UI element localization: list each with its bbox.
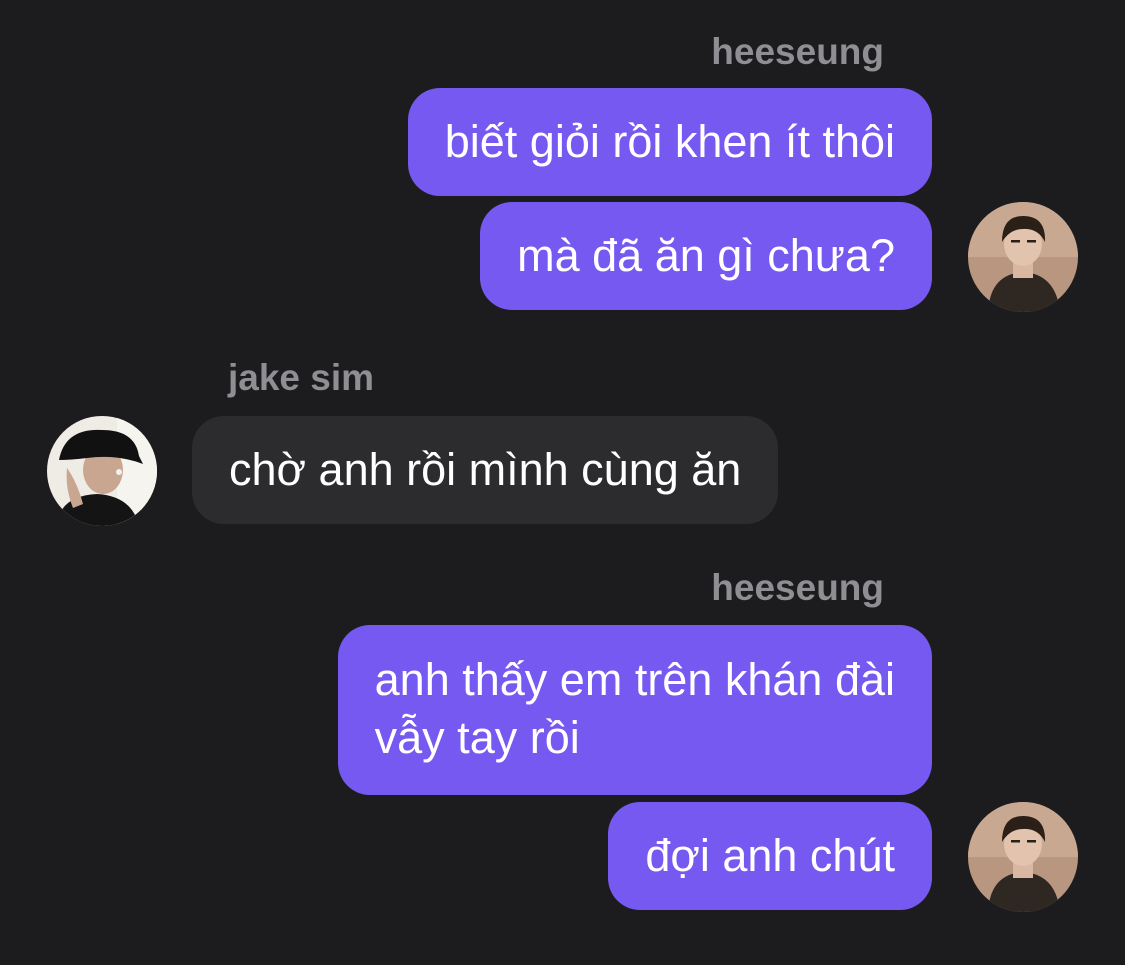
heeseung-avatar[interactable] [968, 802, 1078, 912]
sender-name: jake sim [228, 357, 375, 398]
person-photo-icon [968, 802, 1078, 912]
person-photo-icon [968, 202, 1078, 312]
message-bubble[interactable]: đợi anh chút [608, 802, 932, 910]
message-bubble[interactable]: chờ anh rồi mình cùng ăn [192, 416, 779, 524]
sender-name: heeseung [711, 567, 884, 608]
person-photo-icon [47, 416, 157, 526]
message-bubble[interactable]: anh thấy em trên khán đài vẫy tay rồi [337, 625, 932, 795]
heeseung-avatar[interactable] [968, 202, 1078, 312]
message-bubble[interactable]: mà đã ăn gì chưa? [480, 202, 932, 310]
message-bubble[interactable]: biết giỏi rồi khen ít thôi [407, 88, 932, 196]
sender-name: heeseung [711, 31, 884, 72]
jake-sim-avatar[interactable] [47, 416, 157, 526]
